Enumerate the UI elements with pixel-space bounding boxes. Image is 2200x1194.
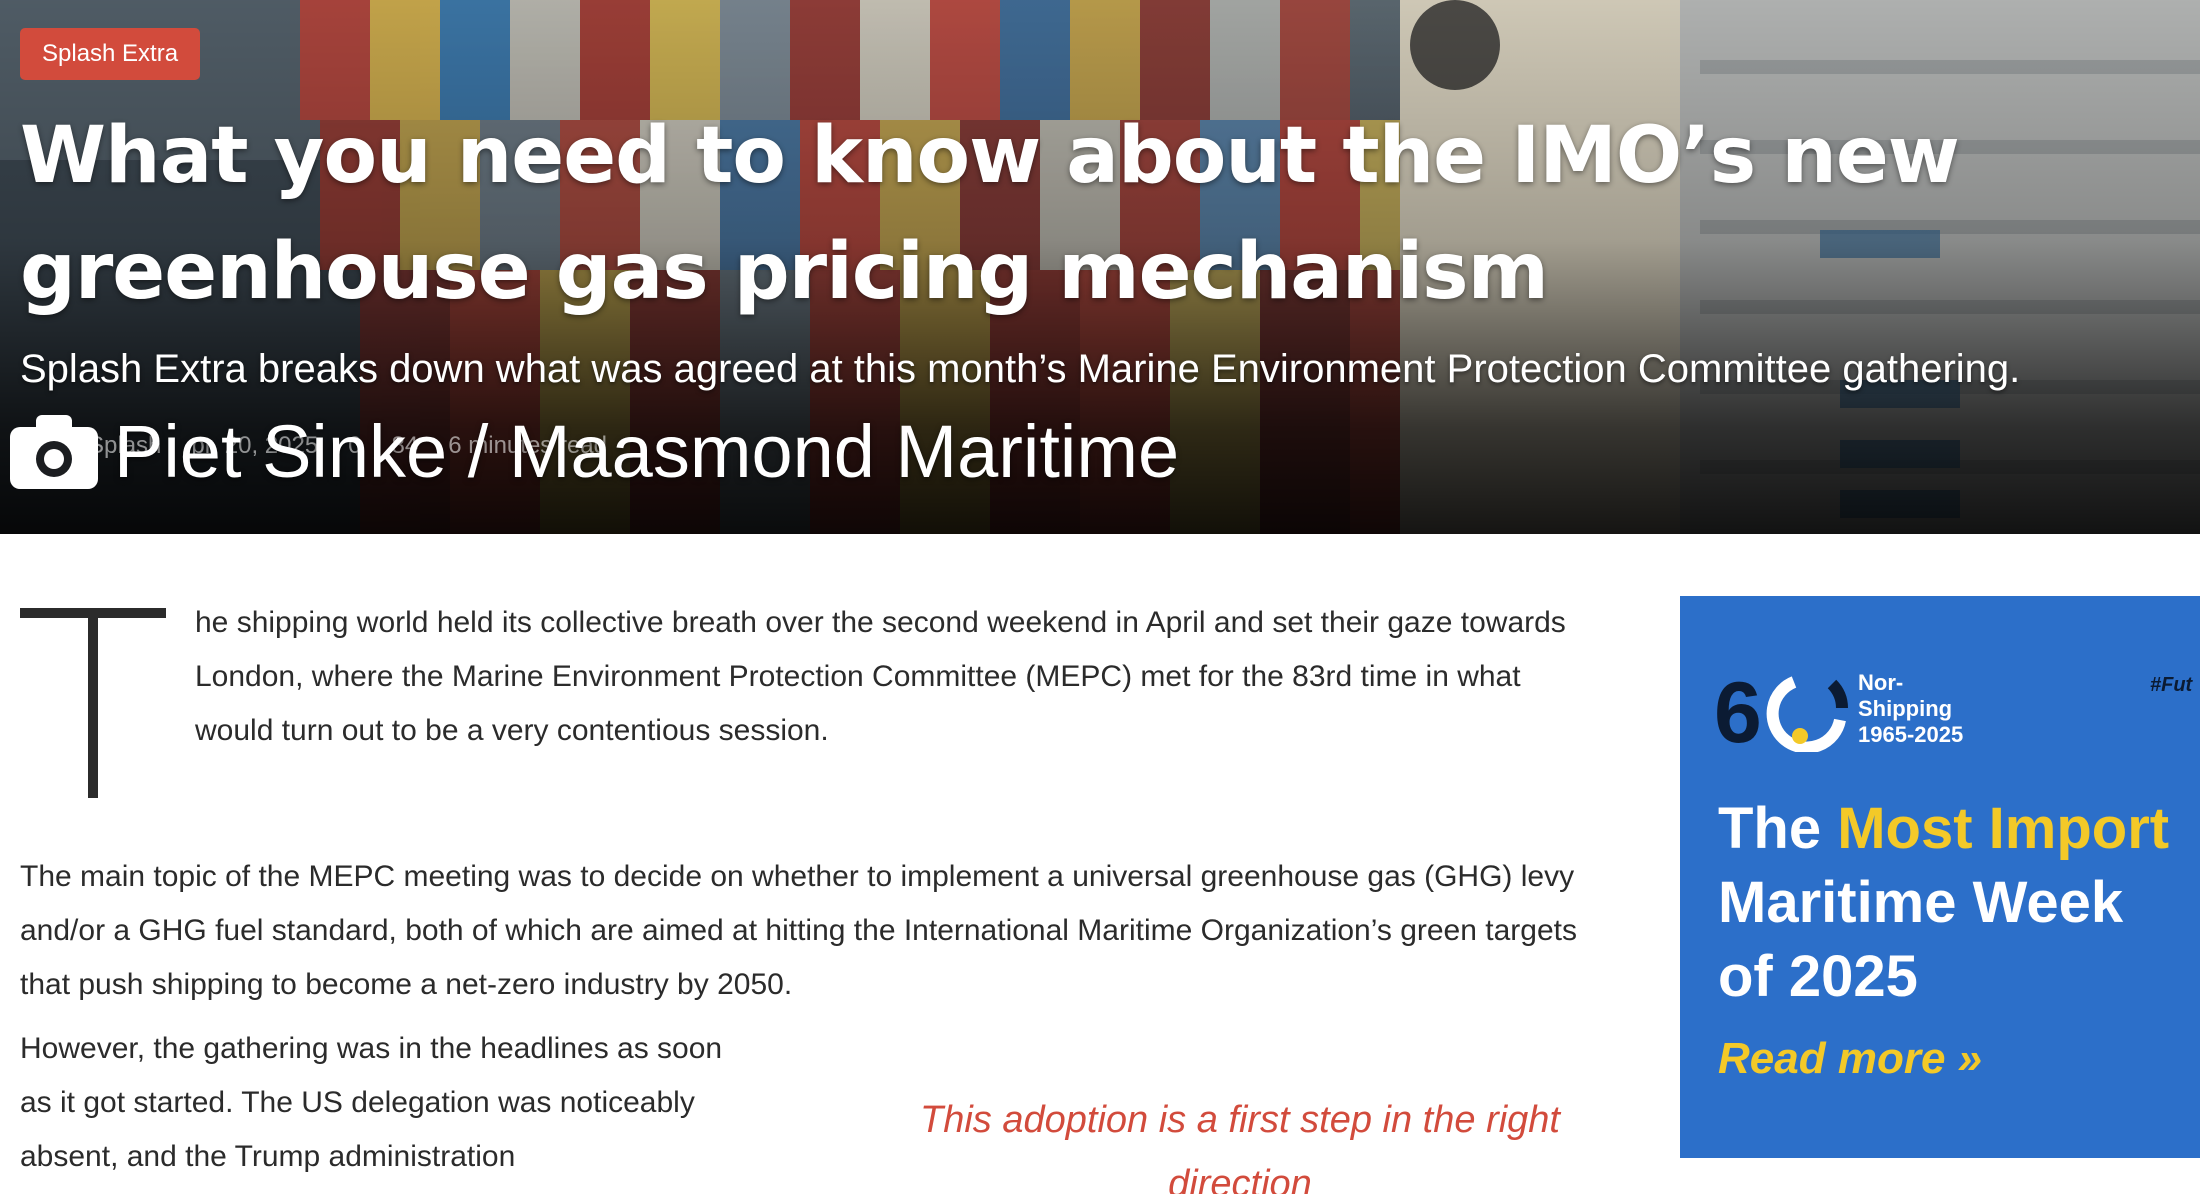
article-headline: What you need to know about the IMO’s ne…	[20, 111, 1960, 317]
article-body: he shipping world held its collective br…	[20, 596, 1580, 1062]
ad-title: The Most Import Maritime Week of 2025	[1718, 796, 2170, 1009]
article-paragraph-2: The main topic of the MEPC meeting was t…	[20, 860, 1577, 1001]
article-subheadline: Splash Extra breaks down what was agreed…	[20, 347, 2021, 391]
hero-banner: Splash Extra What you need to know about…	[0, 0, 2200, 534]
pull-quote: This adoption is a first step in the rig…	[920, 1099, 1560, 1194]
ad-read-more-link[interactable]: Read more »	[1718, 1034, 1982, 1084]
sidebar-advertisement[interactable]: 6 Nor- Shipping 1965-2025 #Fut The Most …	[1680, 596, 2200, 1158]
article-paragraph-1: he shipping world held its collective br…	[20, 596, 1580, 800]
category-badge[interactable]: Splash Extra	[20, 28, 201, 80]
ad-hashtag: #Fut	[2150, 674, 2193, 696]
dropcap-letter	[20, 608, 166, 798]
photo-credit: Piet Sinke / Maasmond Maritime	[10, 402, 1179, 502]
paragraph-1-text: he shipping world held its collective br…	[195, 606, 1566, 747]
photo-credit-text: Piet Sinke / Maasmond Maritime	[114, 410, 1180, 493]
svg-text:6: 6	[1714, 665, 1762, 752]
camera-icon	[10, 413, 98, 491]
ad-brand-name: Nor- Shipping 1965-2025	[1858, 670, 1964, 747]
nor-shipping-60-logo-icon: 6	[1714, 665, 1848, 752]
article-paragraph-3: However, the gathering was in the headli…	[20, 1032, 723, 1173]
